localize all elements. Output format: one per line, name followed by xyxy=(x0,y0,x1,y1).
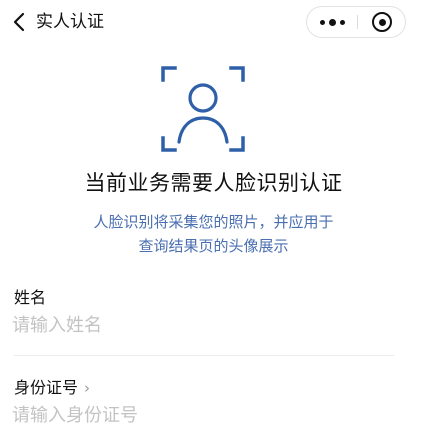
more-dots-icon xyxy=(319,18,345,26)
id-number-label-row[interactable]: 身份证号 › xyxy=(14,377,90,399)
id-number-label: 身份证号 xyxy=(14,378,79,397)
description-line-2: 查询结果页的头像展示 xyxy=(138,237,289,255)
more-button[interactable] xyxy=(307,7,357,37)
name-label: 姓名 xyxy=(14,288,47,307)
field-divider xyxy=(14,355,394,356)
page-title: 实人认证 xyxy=(36,12,104,32)
auth-heading: 当前业务需要人脸识别认证 xyxy=(84,171,343,195)
back-button[interactable] xyxy=(4,6,34,38)
auth-description: 人脸识别将采集您的照片，并应用于 查询结果页的头像展示 xyxy=(60,210,367,258)
id-number-input[interactable] xyxy=(12,401,392,429)
target-circle-icon xyxy=(372,12,392,32)
description-line-1: 人脸识别将采集您的照片，并应用于 xyxy=(93,213,334,231)
close-button[interactable] xyxy=(358,7,406,37)
name-input[interactable] xyxy=(12,311,392,339)
face-scan-icon xyxy=(161,66,245,152)
mini-program-capsule xyxy=(306,6,406,38)
chevron-right-icon: › xyxy=(84,379,91,397)
chevron-left-icon xyxy=(13,12,25,32)
navigation-bar: 实人认证 xyxy=(0,0,427,46)
